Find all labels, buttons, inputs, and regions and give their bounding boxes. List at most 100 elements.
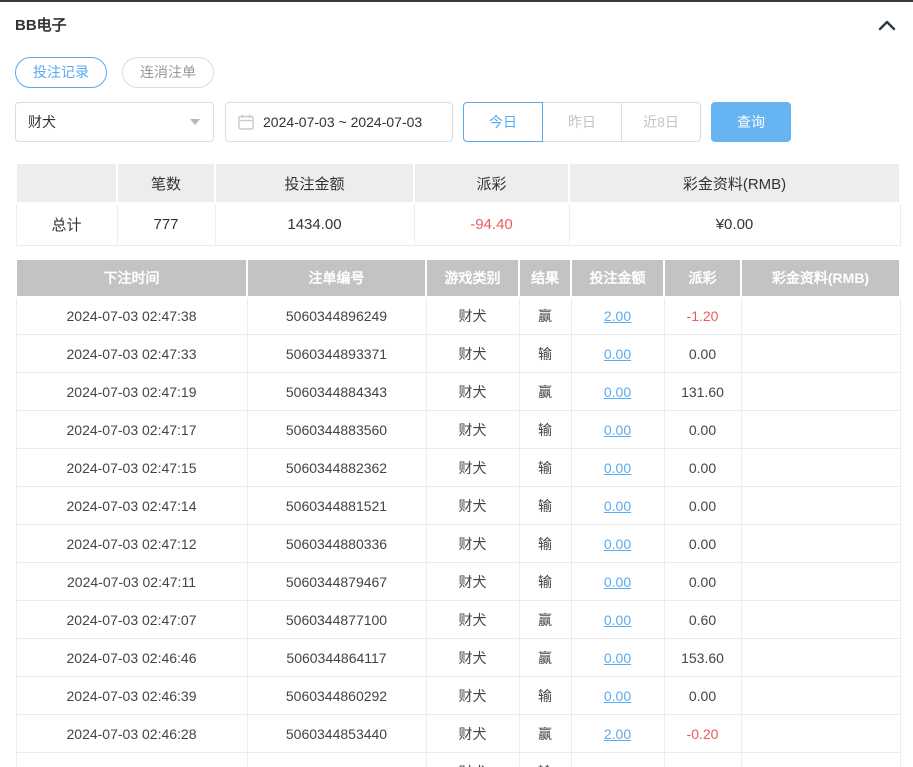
quick-range-last8days[interactable]: 近8日 [621, 102, 701, 142]
cell-game-type: 财犬 [425, 372, 520, 411]
cell-result: 输 [518, 486, 572, 525]
cell-payout: -0.20 [663, 714, 742, 753]
cell-payout: 0.00 [663, 562, 742, 601]
cell-payout: 0.00 [663, 486, 742, 525]
tab-cancelled-orders[interactable]: 连消注单 [122, 57, 214, 88]
cell-game-type: 财犬 [425, 676, 520, 715]
cell-game-type: 财犬 [425, 562, 520, 601]
bet-amount-link[interactable]: 0.00 [604, 384, 631, 400]
bet-amount-link[interactable]: 2.00 [604, 308, 631, 324]
quick-range-yesterday[interactable]: 昨日 [542, 102, 622, 142]
tab-bet-records[interactable]: 投注记录 [15, 57, 107, 88]
cell-order-no: 5060344880336 [246, 524, 427, 563]
cell-bonus [740, 296, 901, 335]
cell-game-type: 财犬 [425, 524, 520, 563]
cell-result: 输 [518, 524, 572, 563]
panel-title: BB电子 [15, 17, 67, 34]
cell-bonus [740, 524, 901, 563]
bet-amount-link[interactable]: 0.00 [604, 460, 631, 476]
cell-payout: 0.00 [663, 676, 742, 715]
table-row: 2024-07-03 02:47:17 5060344883560 财犬输 0.00 0… [15, 410, 901, 449]
cell-bonus [740, 410, 901, 449]
records-header-cell: 投注金额 [570, 257, 665, 298]
cell-result: 赢 [518, 714, 572, 753]
cell-bet-time: 2024-07-03 02:47:12 [15, 524, 248, 563]
cell-bonus [740, 638, 901, 677]
bet-amount-link[interactable]: 0.00 [604, 650, 631, 666]
table-row: 2024-07-03 02:47:15 5060344882362 财犬输 0.00 0… [15, 448, 901, 487]
cell-order-no: 5060344881521 [246, 486, 427, 525]
cell-game-type: 财犬 [425, 296, 520, 335]
bet-amount-link[interactable]: 0.00 [604, 574, 631, 590]
bet-amount-link[interactable]: 2.00 [604, 764, 631, 767]
bet-amount-link[interactable]: 0.00 [604, 612, 631, 628]
records-header-cell: 结果 [518, 257, 572, 298]
cell-bet-amount: 0.00 [570, 486, 665, 525]
cell-game-type: 财犬 [425, 334, 520, 373]
chevron-down-icon [190, 119, 200, 125]
cell-bet-amount: 2.00 [570, 296, 665, 335]
table-row: 2024-07-03 02:47:07 5060344877100 财犬赢 0.00 0… [15, 600, 901, 639]
cell-bet-time: 2024-07-03 02:47:14 [15, 486, 248, 525]
cell-bonus [740, 486, 901, 525]
summary-bet-amount: 1434.00 [214, 202, 415, 246]
game-select-value: 财犬 [28, 114, 56, 130]
cell-result: 输 [518, 676, 572, 715]
cell-bonus [740, 714, 901, 753]
bet-amount-link[interactable]: 0.00 [604, 422, 631, 438]
cell-game-type: 财犬 [425, 486, 520, 525]
cell-result: 输 [518, 562, 572, 601]
cell-bonus [740, 600, 901, 639]
filter-bar: 财犬 2024-07-03 ~ 2024-07-03 今日 昨日 近8日 查询 [15, 102, 898, 142]
records-header-cell: 游戏类别 [425, 257, 520, 298]
cell-bet-amount: 0.00 [570, 638, 665, 677]
cell-order-no: 5060344882362 [246, 448, 427, 487]
bet-amount-link[interactable]: 0.00 [604, 346, 631, 362]
cell-payout: -2.00 [663, 752, 742, 767]
records-header-cell: 注单编号 [246, 257, 427, 298]
cell-bet-amount: 0.00 [570, 334, 665, 373]
cell-order-no: 5060344853440 [246, 714, 427, 753]
date-range-value: 2024-07-03 ~ 2024-07-03 [263, 114, 423, 130]
calendar-icon [238, 114, 254, 130]
bet-amount-link[interactable]: 0.00 [604, 536, 631, 552]
cell-payout: 153.60 [663, 638, 742, 677]
cell-order-no: 5060344893371 [246, 334, 427, 373]
cell-bet-time: 2024-07-03 02:47:38 [15, 296, 248, 335]
summary-bonus: ¥0.00 [568, 202, 901, 246]
cell-order-no: 5060344883560 [246, 410, 427, 449]
cell-bet-amount: 2.00 [570, 752, 665, 767]
bet-amount-link[interactable]: 0.00 [604, 688, 631, 704]
records-table: 下注时间 注单编号 游戏类别 结果 投注金额 派彩 彩金资料(RMB) 2024-07-03… [15, 257, 901, 767]
cell-bonus [740, 448, 901, 487]
cell-bet-time: 2024-07-03 02:47:07 [15, 600, 248, 639]
cell-bonus [740, 334, 901, 373]
bet-amount-link[interactable]: 2.00 [604, 726, 631, 742]
cell-bonus [740, 676, 901, 715]
cell-bonus [740, 372, 901, 411]
cell-bet-amount: 0.00 [570, 448, 665, 487]
summary-payout: -94.40 [413, 202, 570, 246]
cell-bet-amount: 2.00 [570, 714, 665, 753]
cell-bet-time: 2024-07-03 02:47:15 [15, 448, 248, 487]
table-row: 2024-07-03 02:46:275060344852597财犬输 2.00 -… [15, 752, 901, 767]
cell-payout: 0.00 [663, 448, 742, 487]
table-row: 2024-07-03 02:46:39 5060344860292 财犬输 0.00 0… [15, 676, 901, 715]
quick-range-today[interactable]: 今日 [463, 102, 543, 142]
summary-header-row: 笔数 投注金额 派彩 彩金资料(RMB) [15, 162, 901, 204]
cell-game-type: 财犬 [425, 638, 520, 677]
collapse-button[interactable] [876, 14, 898, 36]
chevron-up-icon [878, 20, 896, 30]
cell-bet-amount: 0.00 [570, 600, 665, 639]
bet-amount-link[interactable]: 0.00 [604, 498, 631, 514]
table-row: 2024-07-03 02:47:33 5060344893371 财犬输 0.00 0… [15, 334, 901, 373]
quick-range-group: 今日 昨日 近8日 [463, 102, 701, 142]
cell-bet-time: 2024-07-03 02:47:11 [15, 562, 248, 601]
game-select[interactable]: 财犬 [15, 102, 214, 142]
cell-order-no: 5060344884343 [246, 372, 427, 411]
date-range-picker[interactable]: 2024-07-03 ~ 2024-07-03 [225, 102, 453, 142]
cell-result: 输 [518, 752, 572, 767]
query-button[interactable]: 查询 [711, 102, 791, 142]
cell-bet-time: 2024-07-03 02:47:19 [15, 372, 248, 411]
cell-bet-amount: 0.00 [570, 372, 665, 411]
